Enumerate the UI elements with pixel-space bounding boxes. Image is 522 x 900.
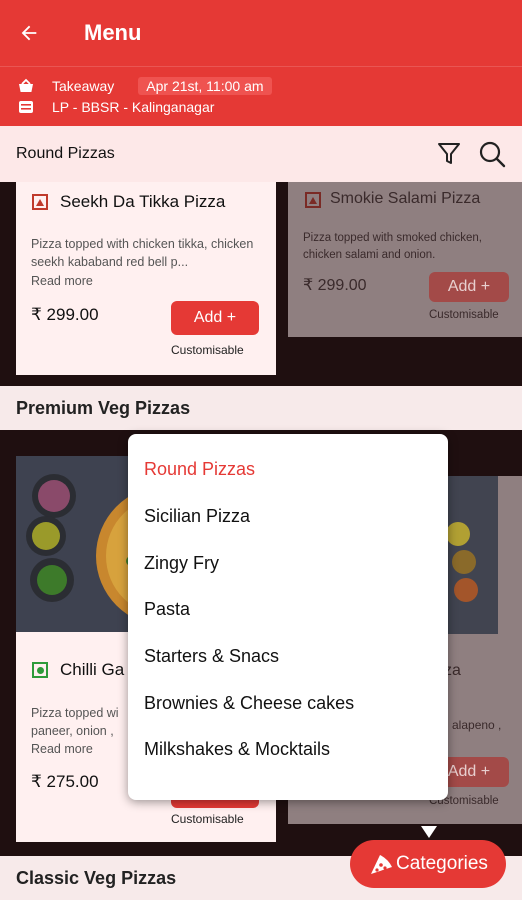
category-menu-item-milkshakes[interactable]: Milkshakes & Mocktails	[144, 739, 330, 760]
back-button[interactable]	[0, 0, 58, 66]
customisable-label: Customisable	[171, 343, 244, 357]
categories-label: Categories	[396, 853, 488, 874]
product-card[interactable]: Seekh Da Tikka Pizza Pizza topped with c…	[16, 182, 276, 375]
store-icon	[16, 99, 36, 115]
store-row[interactable]: LP - BBSR - Kalinganagar	[16, 99, 214, 115]
category-menu-item-zingy-fry[interactable]: Zingy Fry	[144, 553, 219, 574]
read-more-link[interactable]: Read more	[31, 740, 93, 758]
category-menu-item-round-pizzas[interactable]: Round Pizzas	[144, 459, 255, 480]
category-menu-item-pasta[interactable]: Pasta	[144, 599, 190, 620]
category-header: Round Pizzas	[0, 126, 522, 182]
customisable-label: Customisable	[171, 812, 244, 826]
read-more-link[interactable]: Read more	[31, 272, 93, 290]
search-icon	[479, 141, 506, 168]
product-price: ₹ 299.00	[303, 277, 367, 294]
pizza-slice-icon	[371, 855, 393, 874]
category-menu-item-starters[interactable]: Starters & Snacs	[144, 646, 279, 667]
order-info-bar: Takeaway Apr 21st, 11:00 am LP - BBSR - …	[0, 66, 522, 126]
order-mode-row[interactable]: Takeaway Apr 21st, 11:00 am	[16, 77, 272, 95]
app-screen: Menu Takeaway Apr 21st, 11:00 am LP - BB…	[0, 0, 522, 900]
product-name: Smokie Salami Pizza	[330, 190, 481, 207]
filter-button[interactable]	[436, 140, 462, 168]
non-veg-icon	[305, 192, 321, 208]
non-veg-icon	[32, 194, 48, 210]
customisable-label: Customisable	[429, 309, 499, 321]
product-price: ₹ 299.00	[31, 305, 99, 324]
order-datetime[interactable]: Apr 21st, 11:00 am	[138, 77, 272, 95]
add-button[interactable]: Add +	[429, 272, 509, 302]
section-title: Premium Veg Pizzas	[16, 397, 191, 418]
menu-pointer	[421, 826, 437, 838]
page-title: Menu	[84, 20, 142, 45]
top-app-bar: Menu	[0, 0, 522, 66]
filter-icon	[438, 143, 460, 164]
section-header-premium-veg: Premium Veg Pizzas	[0, 386, 522, 430]
product-description-line2: paneer, onion ,	[31, 724, 114, 738]
categories-button[interactable]: Categories	[350, 840, 506, 888]
product-card[interactable]: Smokie Salami Pizza Pizza topped with sm…	[288, 182, 522, 337]
product-name: Chilli Ga	[60, 660, 125, 679]
category-menu-item-brownies[interactable]: Brownies & Cheese cakes	[144, 693, 354, 714]
order-mode: Takeaway	[52, 78, 115, 94]
product-description: Pizza topped with chicken tikka, chicken…	[31, 237, 254, 269]
section-title: Classic Veg Pizzas	[16, 867, 177, 888]
store-name: LP - BBSR - Kalinganagar	[52, 99, 215, 115]
category-menu-item-sicilian-pizza[interactable]: Sicilian Pizza	[144, 506, 250, 527]
arrow-left-icon	[21, 25, 37, 41]
veg-icon	[32, 662, 48, 678]
current-category-title: Round Pizzas	[16, 145, 115, 162]
product-description: alapeno ,	[452, 718, 502, 732]
category-menu: Round Pizzas Sicilian Pizza Zingy Fry Pa…	[128, 434, 448, 800]
product-description: Pizza topped with smoked chicken, chicke…	[303, 232, 482, 261]
product-name: Seekh Da Tikka Pizza	[60, 192, 226, 211]
product-price: ₹ 275.00	[31, 772, 99, 791]
search-button[interactable]	[478, 140, 506, 168]
add-button[interactable]: Add +	[171, 301, 259, 335]
basket-icon	[16, 78, 36, 94]
product-description: Pizza topped wi	[31, 706, 119, 720]
